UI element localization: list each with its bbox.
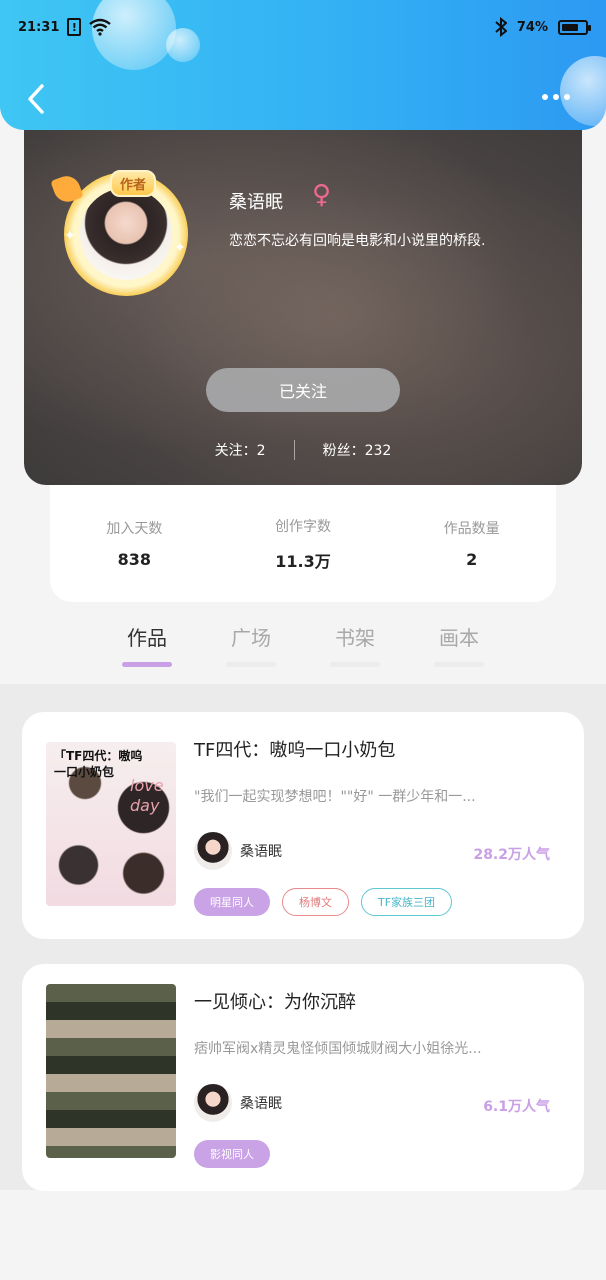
more-button[interactable] xyxy=(542,90,578,104)
popularity-count: 28.2万人气 xyxy=(473,847,550,863)
book-cover[interactable]: 「TF四代：嗷呜一口小奶包 love day xyxy=(46,742,176,906)
stat-value: 2 xyxy=(466,550,478,569)
notification-mark: ! xyxy=(71,20,77,34)
stat-value: 11.3万 xyxy=(275,551,331,571)
tag-list: 明星同人 杨博文 TF家族三团 xyxy=(194,888,453,916)
chevron-left-icon xyxy=(28,84,44,114)
profile-name: 桑语眠 xyxy=(229,192,283,213)
work-title[interactable]: 一见倾心：为你沉醉 xyxy=(194,988,356,1014)
work-card[interactable]: 一见倾心：为你沉醉 痞帅军阀x精灵鬼怪倾国倾城财阀大小姐徐光... 桑语眠 6.… xyxy=(22,964,584,1191)
work-card[interactable]: 「TF四代：嗷呜一口小奶包 love day TF四代：嗷呜一口小奶包 "我们一… xyxy=(22,712,584,939)
work-title[interactable]: TF四代：嗷呜一口小奶包 xyxy=(194,736,395,762)
stat-label: 加入天数 xyxy=(106,521,163,537)
tab-works[interactable]: 作品 xyxy=(122,622,172,684)
tab-label: 画本 xyxy=(439,626,479,650)
book-cover[interactable] xyxy=(46,984,176,1158)
back-button[interactable] xyxy=(22,82,52,116)
tab-underline xyxy=(122,662,172,667)
top-header: 21:31 ! 74% xyxy=(0,0,606,130)
author-badge: 作者 xyxy=(110,170,157,197)
tab-picture-book[interactable]: 画本 xyxy=(434,622,484,684)
more-dot xyxy=(564,94,570,100)
followers-count[interactable]: 粉丝：232 xyxy=(323,440,392,460)
stat-label: 作品数量 xyxy=(443,521,500,537)
tab-underline xyxy=(434,662,484,667)
tab-label: 作品 xyxy=(127,626,167,650)
profile-hero: ✦ ✦ 作者 桑语眠 ♀ 恋恋不忘必有回响是电影和小说里的桥段. 已关注 关注：… xyxy=(24,110,582,485)
avatar xyxy=(80,188,172,280)
tab-bookshelf[interactable]: 书架 xyxy=(330,622,380,684)
tab-label: 书架 xyxy=(335,626,375,650)
work-description: "我们一起实现梦想吧！""好" 一群少年和一... xyxy=(194,789,476,805)
tag-chip[interactable]: 杨博文 xyxy=(282,888,349,916)
stat-label: 创作字数 xyxy=(275,518,331,535)
more-dot xyxy=(553,94,559,100)
wifi-icon xyxy=(89,18,112,36)
divider xyxy=(293,440,295,460)
author-name: 桑语眠 xyxy=(240,1096,282,1112)
battery-fill xyxy=(562,23,579,31)
notification-icon: ! xyxy=(67,18,82,36)
tag-list: 影视同人 xyxy=(194,1140,270,1168)
sparkle-icon: ✦ xyxy=(64,228,76,244)
bluetooth-icon xyxy=(495,17,507,37)
work-author[interactable]: 桑语眠 xyxy=(194,1084,282,1122)
stat-word-count: 创作字数 11.3万 xyxy=(219,516,388,572)
avatar xyxy=(194,1084,232,1122)
stat-works-count: 作品数量 2 xyxy=(387,518,556,569)
battery-icon xyxy=(558,19,591,35)
tag-chip[interactable]: 影视同人 xyxy=(194,1140,270,1168)
tag-chip[interactable]: TF家族三团 xyxy=(361,888,453,916)
tab-bar: 作品 广场 书架 画本 xyxy=(0,622,606,684)
popularity-count: 6.1万人气 xyxy=(483,1099,550,1115)
female-gender-icon: ♀ xyxy=(312,180,332,210)
author-name: 桑语眠 xyxy=(240,844,282,860)
work-author[interactable]: 桑语眠 xyxy=(194,832,282,870)
sparkle-icon: ✦ xyxy=(174,240,186,256)
tab-underline xyxy=(226,662,276,667)
stats-card: 加入天数 838 创作字数 11.3万 作品数量 2 xyxy=(50,485,556,602)
work-description: 痞帅军阀x精灵鬼怪倾国倾城财阀大小姐徐光... xyxy=(194,1041,482,1057)
cover-subtitle: love day xyxy=(130,776,164,815)
stat-value: 838 xyxy=(117,550,152,569)
tab-label: 广场 xyxy=(231,626,271,650)
stat-join-days: 加入天数 838 xyxy=(50,518,219,569)
battery-percent: 74% xyxy=(516,19,548,35)
tag-chip[interactable]: 明星同人 xyxy=(194,888,270,916)
more-dot xyxy=(542,94,548,100)
status-time: 21:31 xyxy=(18,19,60,35)
tab-underline xyxy=(330,662,380,667)
follow-button[interactable]: 已关注 xyxy=(206,368,400,412)
follow-stats: 关注：2 粉丝：232 xyxy=(24,440,582,460)
profile-bio: 恋恋不忘必有回响是电影和小说里的桥段. xyxy=(229,233,486,249)
tab-square[interactable]: 广场 xyxy=(226,622,276,684)
avatar xyxy=(194,832,232,870)
following-count[interactable]: 关注：2 xyxy=(215,440,266,460)
status-bar: 21:31 ! 74% xyxy=(18,12,591,42)
